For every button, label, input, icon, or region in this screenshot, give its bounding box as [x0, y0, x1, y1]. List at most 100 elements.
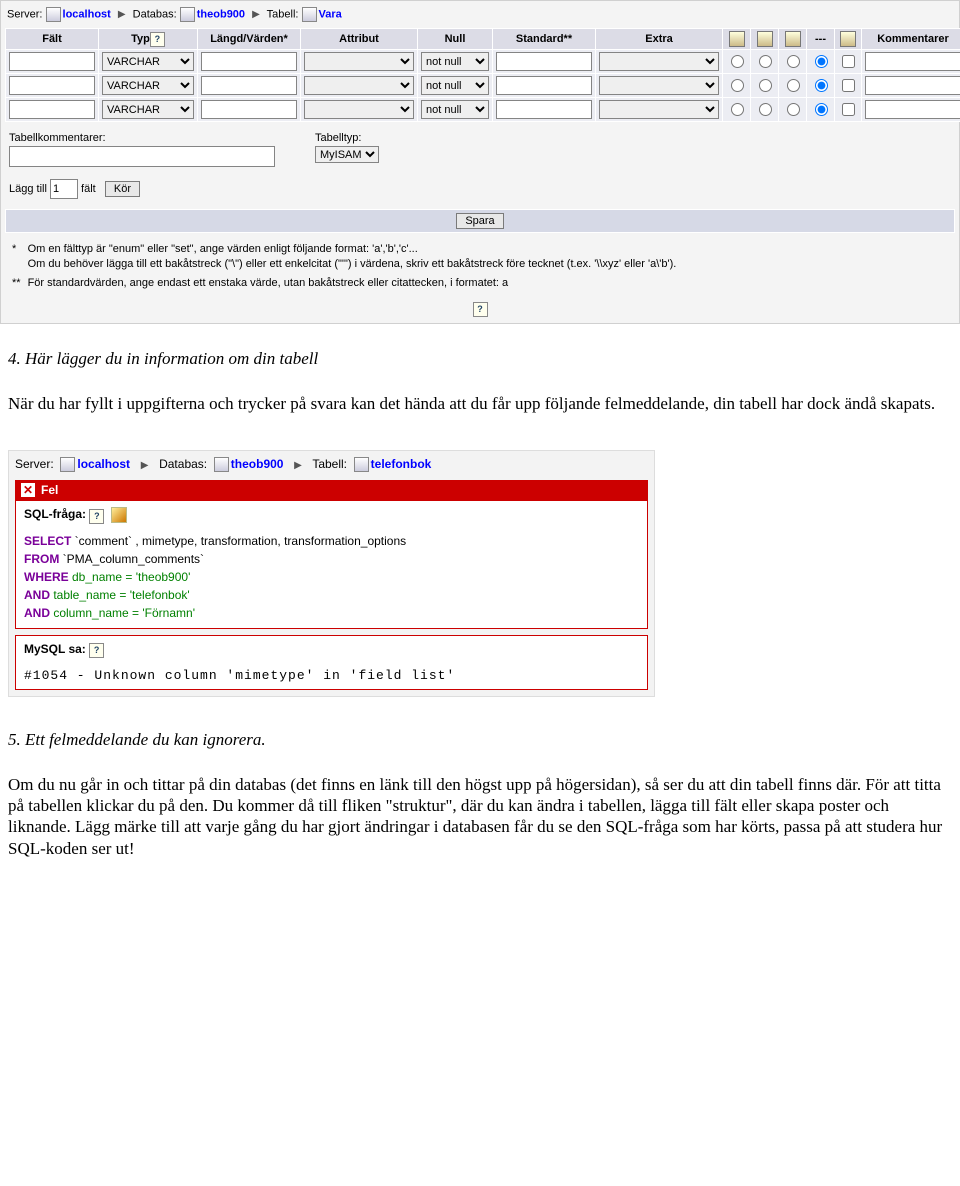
field-length-input[interactable]: [201, 76, 297, 95]
field-length-input[interactable]: [201, 100, 297, 119]
table-link[interactable]: Vara: [319, 8, 342, 20]
body-paragraph: När du har fyllt i uppgifterna och tryck…: [8, 393, 952, 414]
field-attr-select[interactable]: [304, 76, 414, 95]
sql-keyword: WHERE: [24, 570, 69, 584]
field-extra-select[interactable]: [599, 52, 719, 71]
col-unique: [779, 29, 807, 50]
sql-text: `PMA_column_comments`: [59, 552, 204, 566]
field-null-select[interactable]: not null: [421, 76, 489, 95]
col-field: Fält: [6, 29, 99, 50]
field-name-input[interactable]: [9, 100, 95, 119]
footnote-text: Om du behöver lägga till ett bakåtstreck…: [28, 257, 677, 272]
primary-key-icon: [729, 31, 745, 47]
table-comments-label: Tabellkommentarer:: [9, 132, 275, 144]
field-null-select[interactable]: not null: [421, 100, 489, 119]
chevron-right-icon: ▶: [141, 460, 149, 471]
field-extra-select[interactable]: [599, 100, 719, 119]
server-link[interactable]: localhost: [63, 8, 111, 20]
field-comment-input[interactable]: [865, 52, 960, 71]
field-attr-select[interactable]: [304, 52, 414, 71]
sql-text: column_name = 'Förnamn': [50, 606, 195, 620]
field-type-select[interactable]: VARCHAR: [102, 52, 194, 71]
table-icon: [302, 7, 317, 22]
field-default-input[interactable]: [496, 100, 592, 119]
field-type-select[interactable]: VARCHAR: [102, 100, 194, 119]
table-label: Tabell:: [312, 457, 347, 471]
field-comment-input[interactable]: [865, 100, 960, 119]
unique-icon: [785, 31, 801, 47]
add-fields-suffix: fält: [81, 183, 96, 195]
sql-keyword: SELECT: [24, 534, 71, 548]
save-button[interactable]: Spara: [456, 213, 503, 229]
table-comments-input[interactable]: [9, 146, 275, 167]
database-link[interactable]: theob900: [231, 457, 284, 471]
body-paragraph: Om du nu går in och tittar på din databa…: [8, 774, 952, 859]
server-label: Server:: [15, 457, 54, 471]
unique-radio[interactable]: [787, 55, 800, 68]
server-link[interactable]: localhost: [77, 457, 130, 471]
none-radio[interactable]: [815, 103, 828, 116]
database-link[interactable]: theob900: [197, 8, 245, 20]
sql-keyword: FROM: [24, 552, 59, 566]
index-radio[interactable]: [759, 55, 772, 68]
unique-radio[interactable]: [787, 79, 800, 92]
col-fulltext: [835, 29, 862, 50]
col-attr: Attribut: [301, 29, 418, 50]
field-default-input[interactable]: [496, 52, 592, 71]
chevron-right-icon: ▶: [294, 460, 302, 471]
field-row: VARCHAR not null: [6, 50, 960, 74]
unique-radio[interactable]: [787, 103, 800, 116]
help-icon[interactable]: ?: [473, 302, 488, 317]
field-name-input[interactable]: [9, 52, 95, 71]
breadcrumb: Server: localhost ▶ Databas: theob900 ▶ …: [5, 3, 955, 28]
mysql-said-box: MySQL sa: ? #1054 - Unknown column 'mime…: [15, 635, 648, 690]
host-icon: [60, 457, 75, 472]
field-extra-select[interactable]: [599, 76, 719, 95]
table-type-select[interactable]: MyISAM: [315, 146, 379, 163]
primary-radio[interactable]: [731, 55, 744, 68]
sql-keyword: AND: [24, 588, 50, 602]
save-bar: Spara: [5, 209, 955, 233]
none-radio[interactable]: [815, 55, 828, 68]
sql-header: SQL-fråga:: [24, 508, 86, 522]
field-type-select[interactable]: VARCHAR: [102, 76, 194, 95]
sql-text: db_name = 'theob900': [69, 570, 191, 584]
sql-query-box: SQL-fråga: ? SELECT `comment` , mimetype…: [15, 500, 648, 628]
pma-error-panel: Server: localhost ▶ Databas: theob900 ▶ …: [8, 450, 655, 697]
breadcrumb: Server: localhost ▶ Databas: theob900 ▶ …: [9, 451, 654, 480]
help-icon[interactable]: ?: [150, 32, 165, 47]
col-primary: [723, 29, 751, 50]
field-attr-select[interactable]: [304, 100, 414, 119]
table-icon: [354, 457, 369, 472]
footnote-key: *: [11, 241, 25, 273]
footnotes: * Om en fälttyp är "enum" eller "set", a…: [5, 233, 683, 296]
error-header: ✕Fel: [15, 480, 648, 500]
none-radio[interactable]: [815, 79, 828, 92]
col-null: Null: [418, 29, 493, 50]
index-radio[interactable]: [759, 79, 772, 92]
help-icon[interactable]: ?: [89, 509, 104, 524]
fulltext-check[interactable]: [842, 55, 855, 68]
field-null-select[interactable]: not null: [421, 52, 489, 71]
edit-icon[interactable]: [111, 507, 127, 523]
field-length-input[interactable]: [201, 52, 297, 71]
run-button[interactable]: Kör: [105, 181, 140, 197]
chevron-right-icon: ▶: [252, 9, 260, 20]
pma-create-table-panel: Server: localhost ▶ Databas: theob900 ▶ …: [0, 0, 960, 324]
field-comment-input[interactable]: [865, 76, 960, 95]
footnote-key: **: [11, 275, 25, 292]
help-icon[interactable]: ?: [89, 643, 104, 658]
primary-radio[interactable]: [731, 103, 744, 116]
col-extra: Extra: [596, 29, 723, 50]
field-default-input[interactable]: [496, 76, 592, 95]
table-link[interactable]: telefonbok: [371, 457, 432, 471]
chevron-right-icon: ▶: [118, 9, 126, 20]
primary-radio[interactable]: [731, 79, 744, 92]
fulltext-check[interactable]: [842, 103, 855, 116]
index-radio[interactable]: [759, 103, 772, 116]
field-row: VARCHAR not null: [6, 74, 960, 98]
fulltext-check[interactable]: [842, 79, 855, 92]
index-icon: [757, 31, 773, 47]
add-fields-count-input[interactable]: [50, 179, 78, 199]
field-name-input[interactable]: [9, 76, 95, 95]
